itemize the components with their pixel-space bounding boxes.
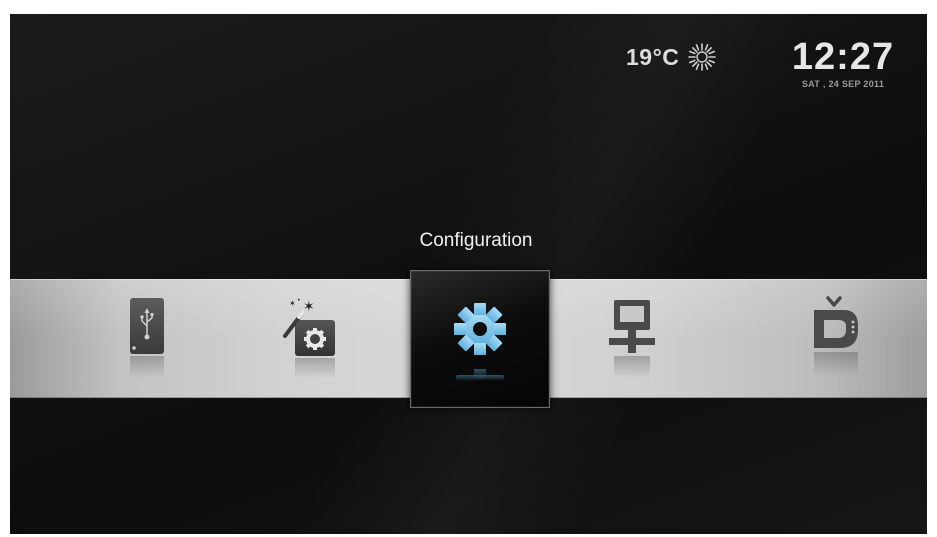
home-screen: 19°C 12:27 SAT , 24 SEP 2011 Configurati… [10,14,927,534]
clock-widget: 12:27 SAT , 24 SEP 2011 [784,38,902,89]
weather-widget: 19°C [626,42,717,72]
setup-wizard-icon: ✶ ✶ • [283,297,335,378]
svg-text:✶: ✶ [289,299,296,308]
menu-item-network[interactable] [582,279,682,398]
menu-item-tv[interactable] [786,279,886,398]
usb-drive-icon [130,298,164,378]
svg-text:✶: ✶ [303,299,315,315]
gear-icon [454,303,506,381]
tv-logo-icon [814,296,858,376]
sun-icon [688,43,717,71]
network-computer-icon [609,300,655,378]
svg-text:•: • [297,297,301,304]
menu-item-usb[interactable] [96,279,196,398]
clock-date: SAT , 24 SEP 2011 [801,79,885,89]
selected-item-label: Configuration [419,230,533,251]
menu-item-setup-wizard[interactable]: ✶ ✶ • [258,279,358,398]
menu-item-configuration[interactable] [410,270,550,408]
temperature: 19°C [626,43,680,70]
clock-time: 12:27 [791,36,895,78]
